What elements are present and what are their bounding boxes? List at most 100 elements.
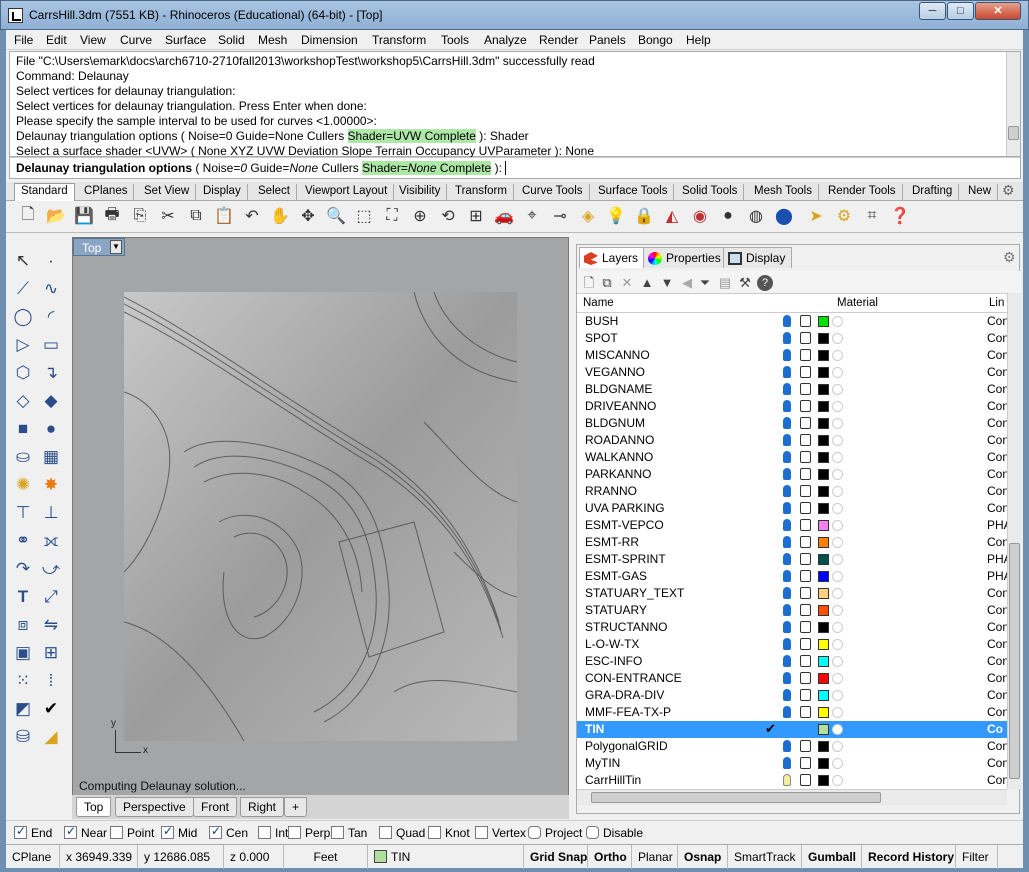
layer-color-swatch[interactable] [818,622,829,633]
offset-curve-icon[interactable]: ⤻ [38,556,64,582]
layer-row[interactable]: L-O-W-TX Con [577,636,1007,653]
osnap-icon[interactable]: ◈ [576,204,600,228]
layer-color-swatch[interactable] [818,554,829,565]
gumball-button[interactable]: Gumball [802,845,862,869]
mesh-plane-icon[interactable]: ▦ [38,444,64,470]
layer-name[interactable]: MMF-FEA-TX-P [585,705,671,719]
prompt-complete-option[interactable]: Complete [437,161,491,175]
text-icon[interactable]: T [10,584,36,610]
scrollbar-thumb[interactable] [1008,126,1019,140]
light-bulb-icon[interactable] [783,706,791,718]
layer-list-vscroll[interactable] [1007,293,1021,789]
layer-linetype[interactable]: Con [987,484,1007,498]
material-icon[interactable] [832,435,843,446]
tab-display[interactable]: Display [197,184,248,201]
checkbox[interactable] [528,826,541,839]
layer-linetype[interactable]: Con [987,348,1007,362]
layer-color-swatch[interactable] [818,724,829,735]
tab-mesh-tools[interactable]: Mesh Tools [748,184,819,201]
layer-color-swatch[interactable] [818,503,829,514]
layer-linetype[interactable]: Con [987,688,1007,702]
ortho-button[interactable]: Ortho [588,845,632,869]
layer-linetype[interactable]: Con [987,739,1007,753]
polyline-icon[interactable]: ⟋ [10,276,36,302]
tab-new[interactable]: New [962,184,999,201]
prompt-guide-value[interactable]: None [289,161,318,175]
checkbox[interactable] [110,826,123,839]
arc-icon[interactable]: ◜ [38,304,64,330]
panel-tab-layers[interactable]: Layers [579,247,646,268]
analyze-icon[interactable]: ◩ [10,696,36,722]
layer-list-hscroll[interactable] [577,789,1007,805]
four-viewports-icon[interactable]: ⊞ [464,204,488,228]
unlocked-icon[interactable] [800,638,811,650]
layer-color-swatch[interactable] [818,401,829,412]
layer-row[interactable]: BLDGNAME Con [577,381,1007,398]
panel-gear-icon[interactable]: ⚙ [1003,249,1016,266]
light-bulb-icon[interactable] [783,553,791,565]
boolean-icon[interactable]: ⚭ [10,528,36,554]
viewport-tab-top[interactable]: Top [76,797,112,817]
light-bulb-icon[interactable] [783,400,791,412]
layer-color-swatch[interactable] [818,639,829,650]
layer-row[interactable]: RRANNO Con [577,483,1007,500]
layer-name[interactable]: STRUCTANNO [585,620,667,634]
checkbox[interactable] [331,826,344,839]
layer-name[interactable]: GRA-DRA-DIV [585,688,664,702]
layer-name[interactable]: WALKANNO [585,450,653,464]
cylinder-icon[interactable]: ⛀ [10,444,36,470]
unlocked-icon[interactable] [800,553,811,565]
osnap-tan[interactable]: Tan [331,826,367,840]
layer-name[interactable]: UVA PARKING [585,501,665,515]
layer-linetype[interactable]: Con [987,433,1007,447]
move-left-icon[interactable]: ◀ [679,275,695,291]
checkbox[interactable] [64,824,77,839]
material-icon[interactable] [832,622,843,633]
material-icon[interactable] [832,707,843,718]
column-name[interactable]: Name [583,297,614,309]
tab-surface-tools[interactable]: Surface Tools [592,184,675,201]
layer-row[interactable]: ESMT-GAS PHA [577,568,1007,585]
zoom-selected-icon[interactable]: ⊕ [408,204,432,228]
light-bulb-icon[interactable] [783,332,791,344]
layer-row[interactable]: UVA PARKING Con [577,500,1007,517]
layer-name[interactable]: BLDGNUM [585,416,645,430]
layer-row[interactable]: WALKANNO Con [577,449,1007,466]
layer-color-swatch[interactable] [818,469,829,480]
menu-panels[interactable]: Panels [585,33,630,47]
layer-color-swatch[interactable] [818,656,829,667]
material-icon[interactable] [832,741,843,752]
rendered-sphere-icon[interactable]: ⬤ [772,204,796,228]
array-icon[interactable]: ⧈ [10,612,36,638]
layer-name[interactable]: ESC-INFO [585,654,642,668]
material-icon[interactable] [832,690,843,701]
tools-icon[interactable]: ⚒ [737,275,753,291]
unlocked-icon[interactable] [800,536,811,548]
zoom-icon[interactable]: 🔍 [324,204,348,228]
unlocked-icon[interactable] [800,332,811,344]
layer-row[interactable]: PARKANNO Con [577,466,1007,483]
layer-linetype[interactable]: Con [987,671,1007,685]
material-icon[interactable] [832,333,843,344]
close-button[interactable]: ✕ [975,2,1021,20]
unlocked-icon[interactable] [800,689,811,701]
layer-name[interactable]: L-O-W-TX [585,637,639,651]
current-layer-indicator[interactable]: TIN [368,845,524,869]
light-bulb-icon[interactable] [783,621,791,633]
checkbox[interactable] [258,826,271,839]
undo-view-icon[interactable]: ⟲ [436,204,460,228]
light-bulb-icon[interactable] [783,519,791,531]
panel-tab-display[interactable]: Display [723,247,793,268]
material-icon[interactable] [832,503,843,514]
light-bulb-icon[interactable] [783,774,791,786]
layer-linetype[interactable]: Con [987,501,1007,515]
tab-drafting[interactable]: Drafting [906,184,960,201]
material-icon[interactable] [832,554,843,565]
material-icon[interactable] [832,605,843,616]
add-viewport-button[interactable]: + [284,797,308,817]
layer-row[interactable]: STATUARY_TEXT Con [577,585,1007,602]
zoom-extents-icon[interactable]: ⛶ [380,204,404,228]
layer-linetype[interactable]: Con [987,416,1007,430]
unlocked-icon[interactable] [800,655,811,667]
material-icon[interactable] [832,537,843,548]
